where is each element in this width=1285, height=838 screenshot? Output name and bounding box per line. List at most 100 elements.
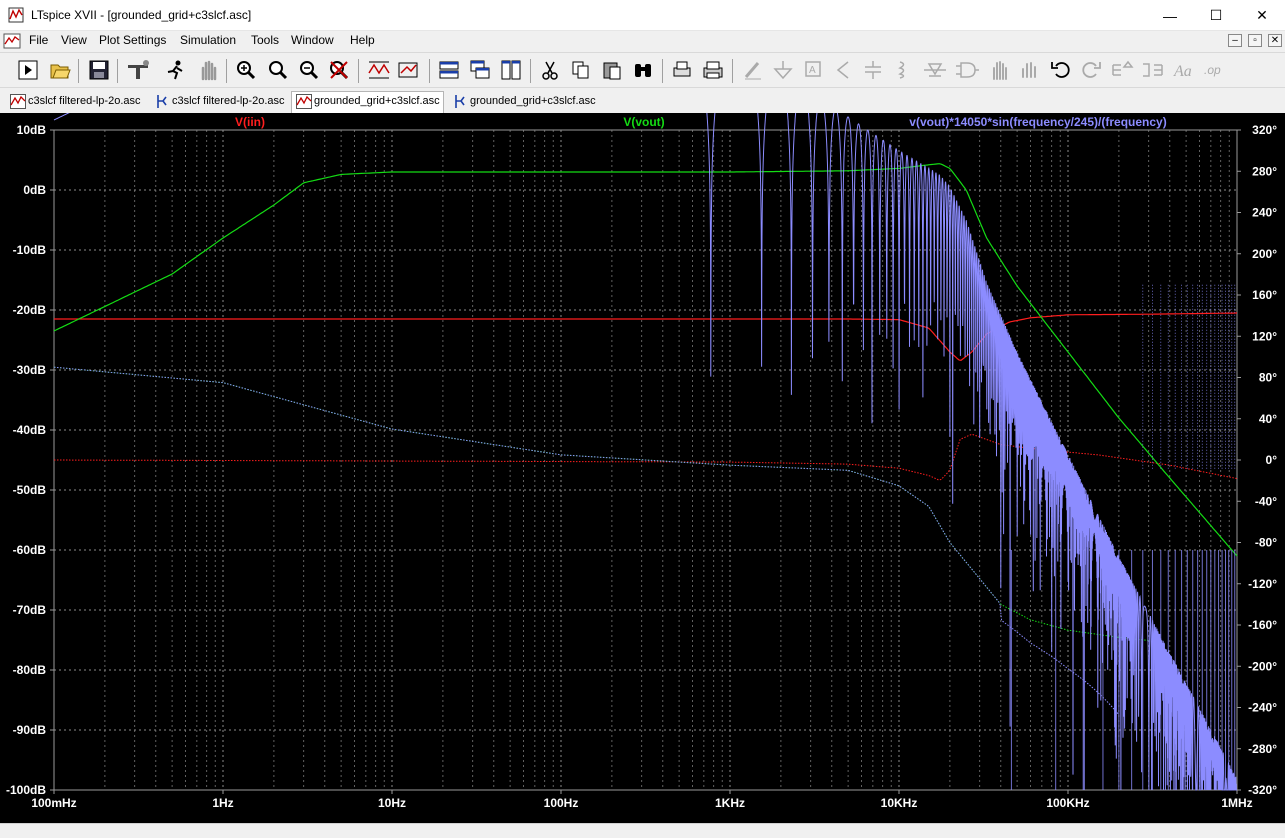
rotate-button[interactable] bbox=[1110, 57, 1136, 83]
paste-icon bbox=[603, 62, 621, 80]
diode-button[interactable] bbox=[922, 57, 948, 83]
resistor-button[interactable] bbox=[830, 57, 856, 83]
menu-tools[interactable]: Tools bbox=[251, 33, 279, 47]
tab-label: grounded_grid+c3slcf.asc bbox=[470, 95, 596, 107]
y-right-tick-label: -280° bbox=[1248, 742, 1277, 756]
y-left-tick-label: -30dB bbox=[13, 363, 47, 377]
mdi-minimize-button[interactable]: – bbox=[1228, 34, 1242, 47]
y-left-tick-label: -50dB bbox=[13, 483, 47, 497]
tab-schematic-grounded-grid[interactable]: grounded_grid+c3slcf.asc bbox=[448, 92, 600, 112]
mdi-restore-button[interactable]: ▫ bbox=[1248, 34, 1262, 47]
ground-button[interactable] bbox=[770, 57, 796, 83]
undo-button[interactable] bbox=[1048, 57, 1074, 83]
ltspice-app-icon[interactable] bbox=[8, 7, 24, 23]
text-button[interactable]: Aa bbox=[1172, 57, 1198, 83]
schematic-tab-icon bbox=[455, 95, 465, 108]
menu-file[interactable]: File bbox=[29, 33, 48, 47]
mirror-button[interactable] bbox=[1140, 57, 1166, 83]
schematic-tab-icon bbox=[157, 95, 167, 108]
bode-plot[interactable]: 100mHz 1Hz 10Hz 100Hz 1KHz 10KHz 100KHz 1MHz 10d… bbox=[0, 113, 1285, 823]
minimize-button[interactable]: — bbox=[1147, 0, 1193, 31]
paste-button[interactable] bbox=[599, 57, 625, 83]
x-tick-label: 10Hz bbox=[378, 796, 406, 810]
menu-view[interactable]: View bbox=[61, 33, 87, 47]
pan-button[interactable] bbox=[195, 57, 221, 83]
mirror-icon bbox=[1143, 63, 1163, 77]
close-button[interactable]: ✕ bbox=[1239, 0, 1285, 31]
document-tabs: c3slcf filtered-lp-2o.asc c3slcf filtere… bbox=[0, 89, 1285, 113]
zoom-full-button[interactable] bbox=[265, 57, 291, 83]
draw-wire-button[interactable] bbox=[740, 57, 766, 83]
autorange-button[interactable] bbox=[366, 57, 392, 83]
copy-button[interactable] bbox=[568, 57, 594, 83]
component-button[interactable] bbox=[954, 57, 980, 83]
tile-button[interactable] bbox=[498, 57, 524, 83]
cascade-button[interactable] bbox=[467, 57, 493, 83]
menu-bar: File View Plot Settings Simulation Tools… bbox=[0, 31, 1285, 51]
zoom-in-button[interactable] bbox=[233, 57, 259, 83]
window-title: LTspice XVII - [grounded_grid+c3slcf.asc… bbox=[31, 8, 252, 22]
waveform-tab-icon bbox=[10, 94, 26, 109]
save-button[interactable] bbox=[86, 57, 112, 83]
trace-legend[interactable]: V(iin) V(vout) v(vout)*14050*sin(frequency… bbox=[235, 115, 1167, 129]
mdi-close-button[interactable]: ✕ bbox=[1268, 34, 1282, 47]
open-button[interactable] bbox=[47, 57, 73, 83]
halt-button[interactable] bbox=[162, 57, 188, 83]
tab-waveform-c3slcf-filtered[interactable]: c3slcf filtered-lp-2o.asc bbox=[6, 92, 146, 112]
run-icon bbox=[18, 60, 38, 80]
inductor-button[interactable] bbox=[890, 57, 916, 83]
zoom-out-button[interactable] bbox=[296, 57, 322, 83]
drag-icon bbox=[1022, 62, 1036, 78]
spice-directive-button[interactable]: .op bbox=[1203, 57, 1229, 83]
diode-icon bbox=[924, 63, 946, 77]
tab-waveform-grounded-grid[interactable]: grounded_grid+c3slcf.asc bbox=[291, 91, 444, 113]
find-button[interactable] bbox=[630, 57, 656, 83]
move-button[interactable] bbox=[986, 57, 1012, 83]
menu-plot-settings[interactable]: Plot Settings bbox=[99, 33, 166, 47]
title-bar: LTspice XVII - [grounded_grid+c3slcf.asc… bbox=[0, 0, 1285, 31]
menu-help[interactable]: Help bbox=[350, 33, 375, 47]
halt-icon bbox=[167, 60, 183, 80]
y-right-tick-label: -40° bbox=[1255, 494, 1277, 508]
y-right-tick-label: 40° bbox=[1259, 412, 1277, 426]
zoom-cancel-button[interactable] bbox=[326, 57, 352, 83]
print-preview-button[interactable] bbox=[669, 57, 695, 83]
control-panel-button[interactable] bbox=[125, 57, 151, 83]
legend-label-iin[interactable]: V(iin) bbox=[235, 115, 265, 129]
cut-button[interactable] bbox=[537, 57, 563, 83]
tile-horizontal-button[interactable] bbox=[436, 57, 462, 83]
draw-wire-icon bbox=[744, 62, 761, 80]
find-icon bbox=[635, 64, 651, 77]
tab-label: c3slcf filtered-lp-2o.asc bbox=[172, 95, 285, 107]
svg-text:Aa: Aa bbox=[1173, 63, 1192, 80]
run-button[interactable] bbox=[15, 57, 41, 83]
y-right-tick-label: -320° bbox=[1248, 783, 1277, 797]
menu-window[interactable]: Window bbox=[291, 33, 334, 47]
label-net-button[interactable]: A bbox=[800, 57, 826, 83]
y-left-tick-label: 0dB bbox=[23, 183, 46, 197]
x-tick-label: 100Hz bbox=[544, 796, 579, 810]
y-left-tick-label: -40dB bbox=[13, 423, 47, 437]
legend-label-vout[interactable]: V(vout) bbox=[623, 115, 664, 129]
zoom-in-icon bbox=[237, 61, 256, 80]
y-right-tick-label: 160° bbox=[1252, 288, 1277, 302]
y-right-tick-label: 200° bbox=[1252, 247, 1277, 261]
move-icon bbox=[993, 61, 1007, 80]
x-tick-label: 1MHz bbox=[1221, 796, 1252, 810]
resistor-icon bbox=[836, 61, 849, 79]
x-tick-label: 10KHz bbox=[881, 796, 918, 810]
y-left-tick-label: -80dB bbox=[13, 663, 47, 677]
waveform-document-icon[interactable] bbox=[3, 33, 21, 49]
menu-simulation[interactable]: Simulation bbox=[180, 33, 236, 47]
redo-button[interactable] bbox=[1078, 57, 1104, 83]
waveform-viewer[interactable]: 100mHz 1Hz 10Hz 100Hz 1KHz 10KHz 100KHz 1MHz 10d… bbox=[0, 113, 1285, 823]
legend-label-expression[interactable]: v(vout)*14050*sin(frequency/245)/(freque… bbox=[909, 115, 1166, 129]
zoom-cancel-icon bbox=[330, 61, 349, 80]
component-icon bbox=[956, 62, 979, 78]
capacitor-button[interactable] bbox=[860, 57, 886, 83]
pick-visible-traces-button[interactable] bbox=[396, 57, 422, 83]
print-button[interactable] bbox=[700, 57, 726, 83]
maximize-button[interactable]: ☐ bbox=[1193, 0, 1239, 31]
drag-button[interactable] bbox=[1016, 57, 1042, 83]
tab-schematic-c3slcf-filtered[interactable]: c3slcf filtered-lp-2o.asc bbox=[150, 92, 288, 112]
